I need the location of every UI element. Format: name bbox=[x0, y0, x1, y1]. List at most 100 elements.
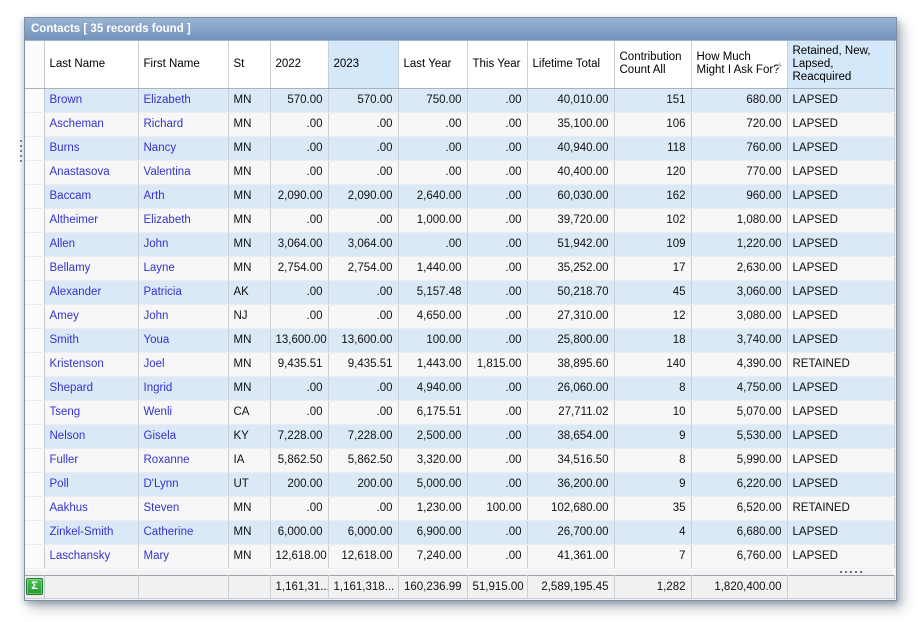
cell-y2023[interactable]: .00 bbox=[328, 376, 398, 400]
cell-first_name[interactable]: Elizabeth bbox=[138, 88, 228, 112]
cell-last_name[interactable]: Shepard bbox=[44, 376, 138, 400]
row-selector-cell[interactable] bbox=[25, 112, 44, 136]
cell-last_name[interactable]: Bellamy bbox=[44, 256, 138, 280]
table-row[interactable]: SmithYouaMN13,600.0013,600.00100.00.0025… bbox=[25, 328, 894, 352]
table-row[interactable]: AakhusStevenMN.00.001,230.00100.00102,68… bbox=[25, 496, 894, 520]
cell-y2022[interactable]: 200.00 bbox=[270, 472, 328, 496]
row-selector-cell[interactable] bbox=[25, 520, 44, 544]
cell-lifetime_total[interactable]: 40,940.00 bbox=[527, 136, 614, 160]
cell-first_name[interactable]: Elizabeth bbox=[138, 208, 228, 232]
cell-this_year[interactable]: .00 bbox=[467, 208, 527, 232]
cell-contribution_count_all[interactable]: 162 bbox=[614, 184, 691, 208]
cell-y2023[interactable]: .00 bbox=[328, 160, 398, 184]
cell-st[interactable]: MN bbox=[228, 208, 270, 232]
cell-lifetime_total[interactable]: 50,218.70 bbox=[527, 280, 614, 304]
cell-how_much_might_i_ask_for[interactable]: 3,080.00 bbox=[691, 304, 787, 328]
cell-y2023[interactable]: .00 bbox=[328, 112, 398, 136]
cell-y2022[interactable]: .00 bbox=[270, 208, 328, 232]
cell-st[interactable]: MN bbox=[228, 232, 270, 256]
cell-y2022[interactable]: .00 bbox=[270, 136, 328, 160]
cell-last_name[interactable]: Tseng bbox=[44, 400, 138, 424]
cell-this_year[interactable]: .00 bbox=[467, 136, 527, 160]
cell-how_much_might_i_ask_for[interactable]: 6,680.00 bbox=[691, 520, 787, 544]
cell-y2023[interactable]: .00 bbox=[328, 136, 398, 160]
cell-this_year[interactable]: .00 bbox=[467, 112, 527, 136]
cell-retained_new_lapsed_reacquired[interactable]: LAPSED bbox=[787, 232, 894, 256]
cell-lifetime_total[interactable]: 38,654.00 bbox=[527, 424, 614, 448]
cell-st[interactable]: MN bbox=[228, 520, 270, 544]
cell-y2022[interactable]: .00 bbox=[270, 112, 328, 136]
row-selector-cell[interactable] bbox=[25, 544, 44, 568]
cell-contribution_count_all[interactable]: 140 bbox=[614, 352, 691, 376]
table-row[interactable]: AllenJohnMN3,064.003,064.00.00.0051,942.… bbox=[25, 232, 894, 256]
cell-this_year[interactable]: .00 bbox=[467, 544, 527, 568]
cell-retained_new_lapsed_reacquired[interactable]: LAPSED bbox=[787, 448, 894, 472]
cell-lifetime_total[interactable]: 51,942.00 bbox=[527, 232, 614, 256]
splitter-grip-icon[interactable] bbox=[840, 571, 862, 573]
cell-retained_new_lapsed_reacquired[interactable]: LAPSED bbox=[787, 472, 894, 496]
cell-y2023[interactable]: 5,862.50 bbox=[328, 448, 398, 472]
cell-y2022[interactable]: 13,600.00 bbox=[270, 328, 328, 352]
cell-last_name[interactable]: Baccam bbox=[44, 184, 138, 208]
cell-first_name[interactable]: Patricia bbox=[138, 280, 228, 304]
cell-y2023[interactable]: 7,228.00 bbox=[328, 424, 398, 448]
cell-first_name[interactable]: Ingrid bbox=[138, 376, 228, 400]
cell-y2022[interactable]: .00 bbox=[270, 496, 328, 520]
cell-last_name[interactable]: Allen bbox=[44, 232, 138, 256]
cell-retained_new_lapsed_reacquired[interactable]: LAPSED bbox=[787, 376, 894, 400]
cell-retained_new_lapsed_reacquired[interactable]: LAPSED bbox=[787, 520, 894, 544]
cell-contribution_count_all[interactable]: 8 bbox=[614, 376, 691, 400]
cell-last_name[interactable]: Anastasova bbox=[44, 160, 138, 184]
cell-how_much_might_i_ask_for[interactable]: 4,390.00 bbox=[691, 352, 787, 376]
cell-contribution_count_all[interactable]: 106 bbox=[614, 112, 691, 136]
cell-last_year[interactable]: 3,320.00 bbox=[398, 448, 467, 472]
cell-how_much_might_i_ask_for[interactable]: 3,060.00 bbox=[691, 280, 787, 304]
cell-lifetime_total[interactable]: 25,800.00 bbox=[527, 328, 614, 352]
cell-last_name[interactable]: Ascheman bbox=[44, 112, 138, 136]
cell-contribution_count_all[interactable]: 151 bbox=[614, 88, 691, 112]
cell-this_year[interactable]: .00 bbox=[467, 304, 527, 328]
cell-contribution_count_all[interactable]: 102 bbox=[614, 208, 691, 232]
table-row[interactable]: BellamyLayneMN2,754.002,754.001,440.00.0… bbox=[25, 256, 894, 280]
cell-lifetime_total[interactable]: 27,310.00 bbox=[527, 304, 614, 328]
cell-retained_new_lapsed_reacquired[interactable]: LAPSED bbox=[787, 112, 894, 136]
cell-first_name[interactable]: Arth bbox=[138, 184, 228, 208]
cell-last_year[interactable]: .00 bbox=[398, 160, 467, 184]
cell-last_year[interactable]: 5,157.48 bbox=[398, 280, 467, 304]
table-row[interactable]: NelsonGiselaKY7,228.007,228.002,500.00.0… bbox=[25, 424, 894, 448]
cell-how_much_might_i_ask_for[interactable]: 6,520.00 bbox=[691, 496, 787, 520]
table-row[interactable]: PollD'LynnUT200.00200.005,000.00.0036,20… bbox=[25, 472, 894, 496]
cell-last_year[interactable]: 1,230.00 bbox=[398, 496, 467, 520]
cell-contribution_count_all[interactable]: 45 bbox=[614, 280, 691, 304]
row-selector-cell[interactable] bbox=[25, 136, 44, 160]
cell-y2023[interactable]: 570.00 bbox=[328, 88, 398, 112]
cell-last_name[interactable]: Altheimer bbox=[44, 208, 138, 232]
row-selector-cell[interactable] bbox=[25, 88, 44, 112]
cell-retained_new_lapsed_reacquired[interactable]: LAPSED bbox=[787, 280, 894, 304]
cell-how_much_might_i_ask_for[interactable]: 5,530.00 bbox=[691, 424, 787, 448]
cell-st[interactable]: MN bbox=[228, 136, 270, 160]
cell-y2023[interactable]: 2,754.00 bbox=[328, 256, 398, 280]
cell-first_name[interactable]: Valentina bbox=[138, 160, 228, 184]
cell-st[interactable]: MN bbox=[228, 160, 270, 184]
cell-last_name[interactable]: Laschansky bbox=[44, 544, 138, 568]
cell-y2022[interactable]: 12,618.00 bbox=[270, 544, 328, 568]
cell-last_name[interactable]: Burns bbox=[44, 136, 138, 160]
cell-last_year[interactable]: .00 bbox=[398, 112, 467, 136]
window-titlebar[interactable]: Contacts [ 35 records found ] bbox=[25, 18, 896, 41]
cell-last_name[interactable]: Zinkel-Smith bbox=[44, 520, 138, 544]
column-header-st[interactable]: St bbox=[228, 41, 270, 88]
cell-how_much_might_i_ask_for[interactable]: 1,080.00 bbox=[691, 208, 787, 232]
cell-how_much_might_i_ask_for[interactable]: 4,750.00 bbox=[691, 376, 787, 400]
cell-lifetime_total[interactable]: 34,516.50 bbox=[527, 448, 614, 472]
cell-lifetime_total[interactable]: 102,680.00 bbox=[527, 496, 614, 520]
column-header-lifetime_total[interactable]: Lifetime Total bbox=[527, 41, 614, 88]
row-selector-cell[interactable] bbox=[25, 352, 44, 376]
cell-st[interactable]: MN bbox=[228, 328, 270, 352]
cell-this_year[interactable]: .00 bbox=[467, 520, 527, 544]
cell-st[interactable]: MN bbox=[228, 352, 270, 376]
cell-retained_new_lapsed_reacquired[interactable]: RETAINED bbox=[787, 352, 894, 376]
cell-y2022[interactable]: .00 bbox=[270, 304, 328, 328]
cell-lifetime_total[interactable]: 26,060.00 bbox=[527, 376, 614, 400]
cell-last_name[interactable]: Nelson bbox=[44, 424, 138, 448]
